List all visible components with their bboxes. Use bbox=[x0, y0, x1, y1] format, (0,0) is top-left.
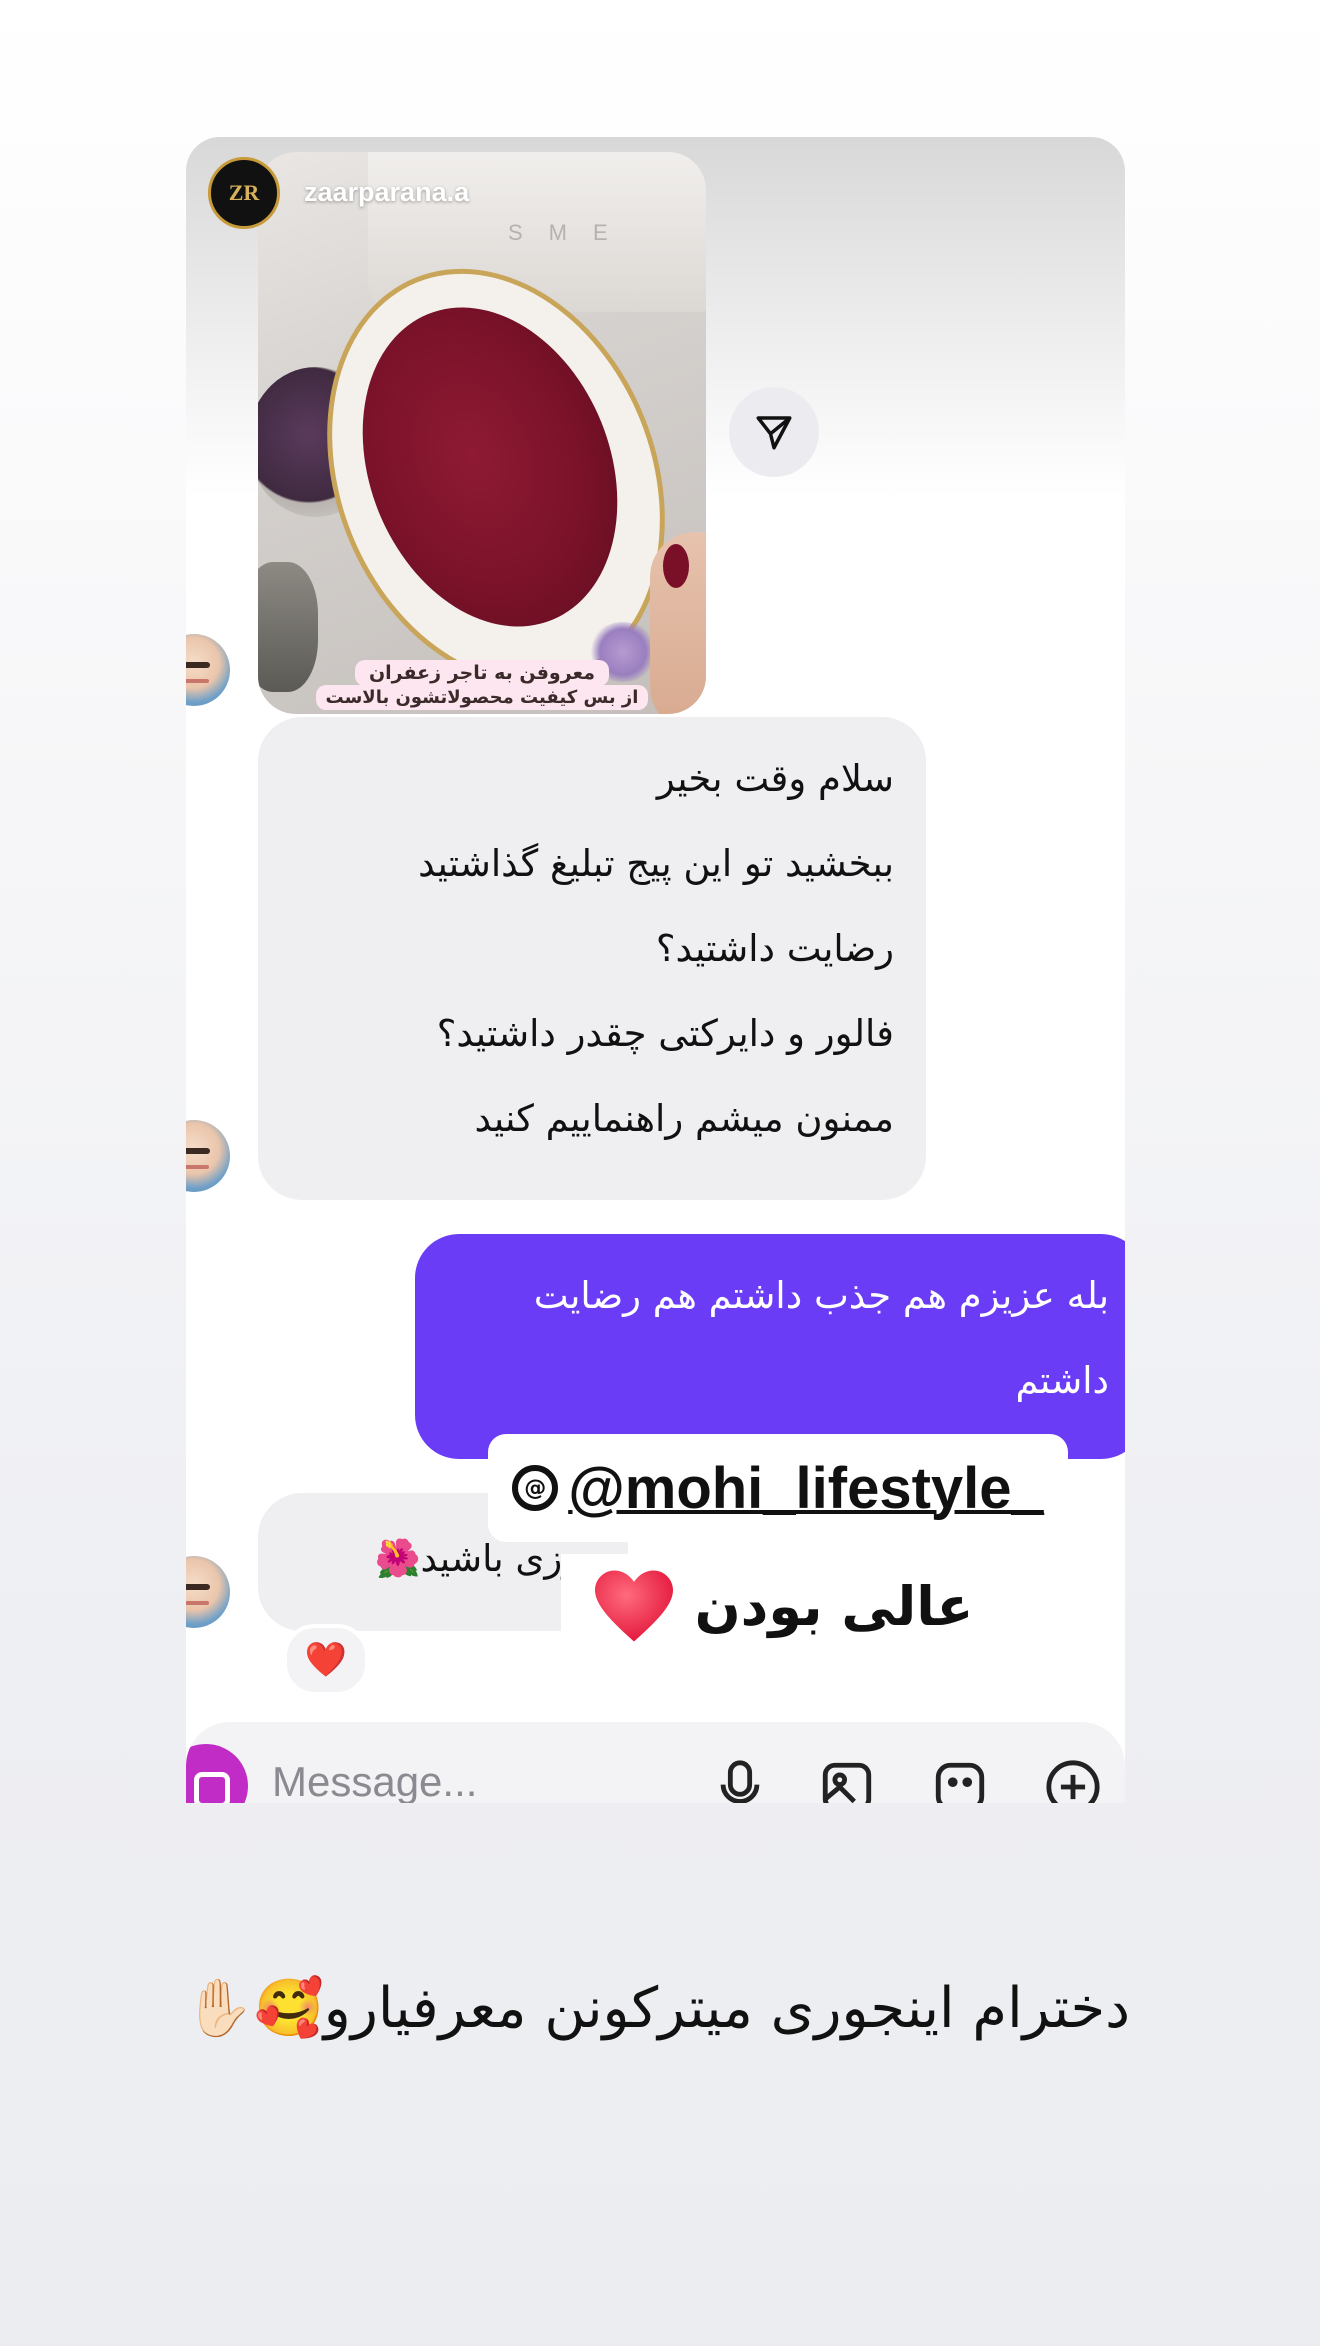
threads-icon: @ bbox=[512, 1465, 559, 1511]
heart-reaction[interactable]: ❤️ bbox=[283, 1624, 369, 1696]
message-input[interactable]: Message... bbox=[272, 1758, 477, 1803]
post-author-avatar[interactable]: ZR bbox=[208, 157, 280, 229]
share-button[interactable] bbox=[729, 387, 819, 477]
post-author-logo: ZR bbox=[228, 180, 260, 205]
contact-avatar[interactable] bbox=[186, 1556, 230, 1628]
message-line: رضایت داشتید؟ bbox=[655, 927, 894, 970]
story-screenshot: SME معروفن به تاجر زعفران از بس کیفیت مح… bbox=[186, 137, 1125, 1803]
post-caption-line1: معروفن به تاجر زعفران bbox=[258, 660, 706, 686]
message-line: سلام وقت بخیر bbox=[656, 757, 894, 800]
heart-icon bbox=[594, 1570, 673, 1642]
text-overlay: عالی بودن bbox=[561, 1554, 1003, 1658]
add-icon[interactable] bbox=[1044, 1758, 1102, 1803]
post-image-nail bbox=[663, 544, 689, 588]
incoming-message-bubble[interactable]: سلام وقت بخیر ببخشید تو این پیج تبلیغ گذ… bbox=[258, 717, 926, 1200]
message-line: ممنون میشم راهنماییم کنید bbox=[474, 1097, 894, 1140]
microphone-icon[interactable] bbox=[711, 1758, 769, 1803]
story-caption: دخترام اینجوری میترکونن معرفیارو🥰✋🏻 bbox=[0, 1975, 1320, 2065]
message-line: بله عزیزم هم جذب داشتم هم رضایت bbox=[533, 1274, 1109, 1317]
outgoing-message-bubble[interactable]: بله عزیزم هم جذب داشتم هم رضایت داشتم bbox=[415, 1234, 1125, 1459]
mention-username: @mohi_lifestyle_ bbox=[568, 1455, 1044, 1521]
contact-avatar[interactable] bbox=[186, 1120, 230, 1192]
message-line: ببخشید تو این پیج تبلیغ گذاشتید bbox=[418, 842, 894, 885]
send-icon bbox=[756, 416, 792, 450]
contact-avatar[interactable] bbox=[186, 634, 230, 706]
post-author-username[interactable]: zaarparana.a bbox=[304, 177, 469, 208]
message-composer: Message... bbox=[186, 1722, 1125, 1803]
gallery-icon[interactable] bbox=[818, 1758, 876, 1803]
message-line: فالور و دایرکتی چقدر داشتید؟ bbox=[436, 1012, 894, 1055]
sticker-icon[interactable] bbox=[931, 1758, 989, 1803]
shared-post-preview[interactable]: SME معروفن به تاجر زعفران از بس کیفیت مح… bbox=[258, 152, 706, 714]
post-caption-line2: از بس کیفیت محصولاتشون بالاست bbox=[258, 685, 706, 710]
story-caption-text: دخترام اینجوری میترکونن معرفیارو🥰✋🏻 bbox=[184, 1976, 1130, 2041]
appliance-brand-text: SME bbox=[508, 220, 634, 245]
mention-sticker[interactable]: @ @mohi_lifestyle_ bbox=[488, 1434, 1068, 1542]
overlay-text: عالی بودن bbox=[694, 1574, 974, 1638]
message-line: داشتم bbox=[1015, 1359, 1109, 1402]
camera-button[interactable] bbox=[186, 1744, 248, 1803]
heart-icon: ❤️ bbox=[304, 1640, 348, 1680]
